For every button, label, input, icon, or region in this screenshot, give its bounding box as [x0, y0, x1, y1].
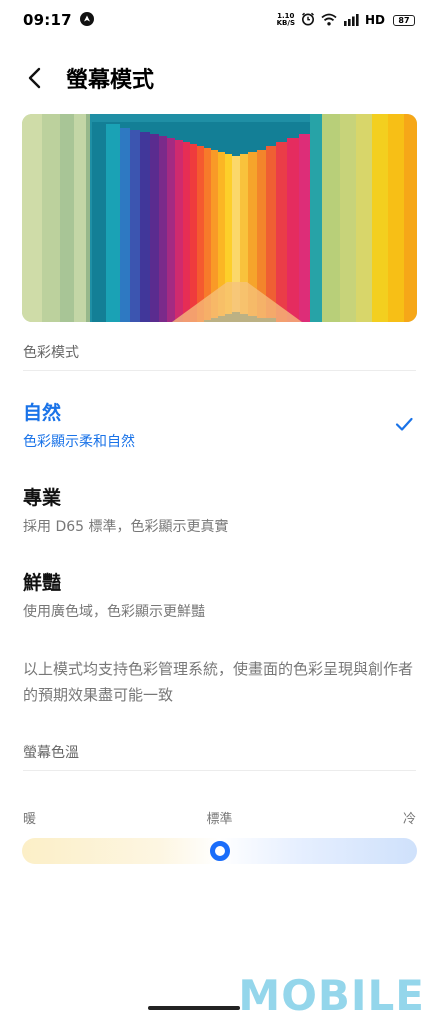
slider-thumb[interactable]: [209, 841, 230, 861]
alarm-icon: [301, 11, 315, 30]
divider: [23, 370, 416, 371]
watermark-logo: MOBILE: [238, 971, 425, 1020]
option-professional[interactable]: 專業 採用 D65 標準，色彩顯示更真實: [0, 483, 439, 555]
check-icon: [395, 417, 413, 431]
hero-image: [22, 114, 417, 322]
color-temperature-labels: 暖 標準 冷: [23, 808, 416, 828]
warm-label: 暖: [23, 812, 37, 827]
network-speed-unit: KB/S: [276, 19, 295, 27]
signal-icon: [343, 11, 359, 30]
chevron-left-icon: [28, 67, 41, 89]
color-management-info: 以上模式均支持色彩管理系統，使畫面的色彩呈現與創作者的預期效果盡可能一致: [23, 660, 414, 704]
option-description: 色彩顯示柔和自然: [23, 434, 135, 450]
navigation-app-icon: [79, 11, 94, 30]
color-temperature-slider[interactable]: [22, 838, 417, 864]
status-bar: 09:17 1.10 KB/S HD 87: [0, 0, 439, 40]
option-description: 使用廣色域，色彩顯示更鮮豔: [23, 604, 205, 620]
status-left: 09:17: [23, 11, 94, 30]
option-title: 專業: [23, 487, 62, 509]
option-natural[interactable]: 自然 色彩顯示柔和自然: [0, 398, 439, 470]
option-title: 自然: [23, 402, 62, 424]
battery-icon: 87: [393, 14, 415, 26]
status-time: 09:17: [23, 11, 72, 29]
option-vivid[interactable]: 鮮豔 使用廣色域，色彩顯示更鮮豔: [0, 568, 439, 640]
network-speed: 1.10 KB/S: [277, 13, 295, 27]
page-title: 螢幕模式: [66, 68, 155, 93]
option-title: 鮮豔: [23, 572, 62, 594]
network-type: HD: [364, 13, 385, 27]
standard-label: 標準: [206, 812, 233, 827]
back-button[interactable]: [22, 66, 46, 90]
home-indicator[interactable]: [147, 1006, 240, 1010]
battery-level: 87: [398, 15, 410, 25]
wifi-icon: [321, 11, 337, 30]
option-description: 採用 D65 標準，色彩顯示更真實: [23, 519, 229, 535]
divider: [23, 770, 416, 771]
section-label-color-mode: 色彩模式: [23, 345, 79, 361]
section-label-color-temperature: 螢幕色溫: [23, 745, 79, 761]
cold-label: 冷: [402, 812, 416, 827]
header: 螢幕模式: [0, 58, 439, 98]
status-right: 1.10 KB/S HD 87: [277, 11, 415, 30]
